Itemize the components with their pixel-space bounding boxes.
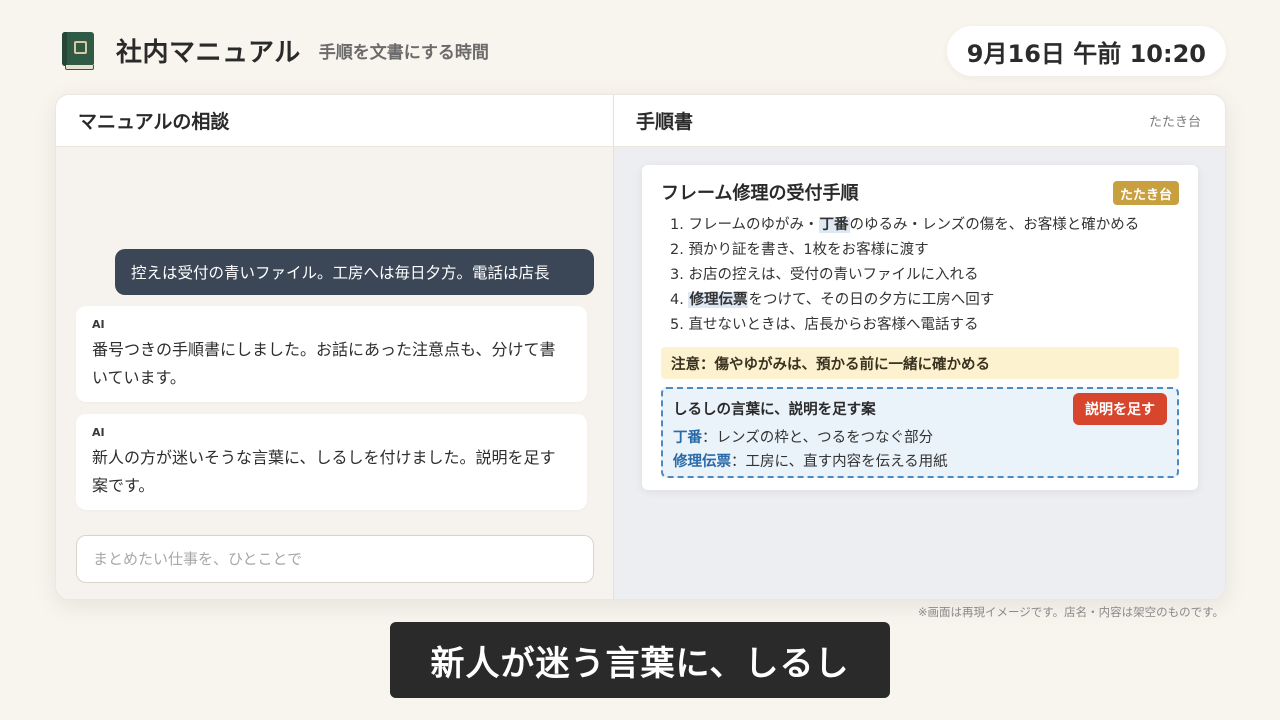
app-title: 社内マニュアル (116, 37, 301, 68)
highlighted-term[interactable]: 修理伝票 (688, 292, 749, 308)
draft-badge: たたき台 (1112, 181, 1179, 205)
app-header: 社内マニュアル 手順を文書にする時間 (62, 30, 489, 70)
suggestion-title: しるしの言葉に、説明を足す案 (673, 402, 876, 418)
ai-message: AI 新人の方が迷いそうな言葉に、しるしを付けました。説明を足す案です。 (76, 414, 587, 510)
document-title: フレーム修理の受付手順 (661, 183, 859, 204)
step-item: 1. フレームのゆがみ・丁番のゆるみ・レンズの傷を、お客様と確かめる (670, 217, 1140, 233)
book-icon (62, 32, 94, 70)
step-item: 4. 修理伝票をつけて、その日の夕方に工房へ回す (670, 292, 995, 308)
document-pane: 手順書 たたき台 フレーム修理の受付手順 たたき台 1. フレームのゆがみ・丁番… (614, 95, 1225, 599)
ai-sender-label: AI (92, 426, 105, 439)
caption-subtitle: 新人が迷う言葉に、しるし (390, 622, 890, 698)
term-definition: 修理伝票：工房に、直す内容を伝える用紙 (673, 454, 948, 470)
document-sheet: フレーム修理の受付手順 たたき台 1. フレームのゆがみ・丁番のゆるみ・レンズの… (642, 165, 1198, 490)
chat-header: マニュアルの相談 (56, 95, 613, 147)
chat-pane-title: マニュアルの相談 (78, 111, 230, 133)
app-subtitle: 手順を文書にする時間 (318, 42, 489, 63)
highlighted-term[interactable]: 丁番 (818, 217, 850, 233)
chat-input[interactable] (76, 535, 594, 583)
document-header: 手順書 たたき台 (614, 95, 1225, 147)
term-label: 修理伝票 (673, 454, 731, 470)
ai-message-text: 新人の方が迷いそうな言葉に、しるしを付けました。説明を足す案です。 (92, 448, 556, 495)
suggestion-box: しるしの言葉に、説明を足す案 説明を足す 丁番：レンズの枠と、つるをつなぐ部分 … (661, 387, 1179, 478)
caution-note: 注意：傷やゆがみは、預かる前に一緒に確かめる (661, 347, 1179, 379)
clock: 9月16日 午前 10:20 (946, 26, 1226, 76)
document-status-tag: たたき台 (1148, 115, 1201, 130)
main-card: マニュアルの相談 控えは受付の青いファイル。工房へは毎日夕方。電話は店長 AI … (55, 94, 1226, 600)
disclaimer: ※画面は再現イメージです。店名・内容は架空のものです。 (917, 605, 1224, 619)
step-item: 2. 預かり証を書き、1枚をお客様に渡す (670, 242, 929, 258)
ai-message: AI 番号つきの手順書にしました。お話にあった注意点も、分けて書いています。 (76, 306, 587, 402)
step-list: 1. フレームのゆがみ・丁番のゆるみ・レンズの傷を、お客様と確かめる 2. 預か… (670, 213, 1139, 338)
ai-sender-label: AI (92, 318, 105, 331)
term-definition: 丁番：レンズの枠と、つるをつなぐ部分 (673, 430, 934, 446)
term-label: 丁番 (673, 430, 702, 446)
add-explanation-button[interactable]: 説明を足す (1073, 393, 1167, 425)
step-item: 3. お店の控えは、受付の青いファイルに入れる (670, 267, 979, 283)
user-message: 控えは受付の青いファイル。工房へは毎日夕方。電話は店長 (115, 249, 594, 295)
chat-pane: マニュアルの相談 控えは受付の青いファイル。工房へは毎日夕方。電話は店長 AI … (56, 95, 614, 599)
ai-message-text: 番号つきの手順書にしました。お話にあった注意点も、分けて書いています。 (92, 340, 556, 387)
document-pane-title: 手順書 (636, 111, 694, 133)
step-item: 5. 直せないときは、店長からお客様へ電話する (670, 317, 979, 333)
